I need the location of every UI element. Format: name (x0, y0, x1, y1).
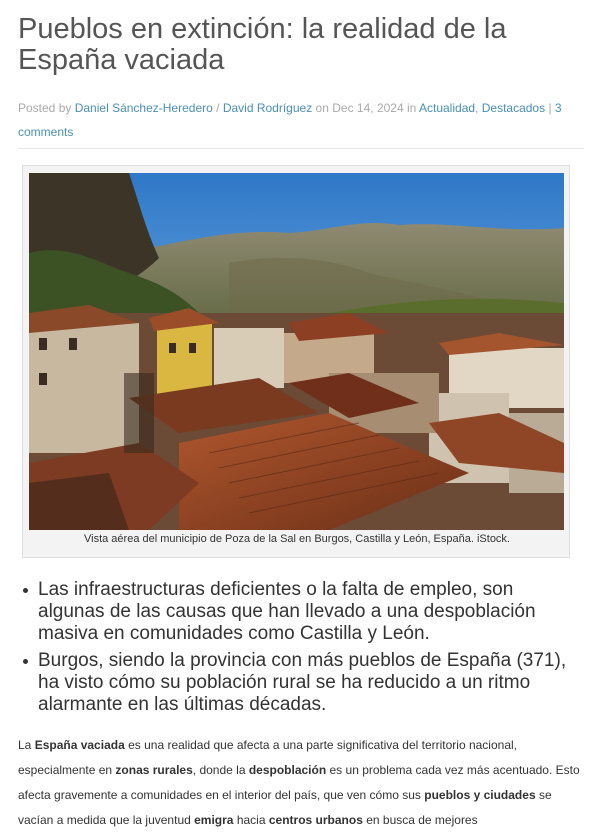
list-item: Las infraestructuras deficientes o la fa… (22, 579, 582, 645)
article-page: Pueblos en extinción: la realidad de la … (0, 0, 602, 827)
bold-term: centros urbanos (268, 813, 363, 827)
bold-term: España vaciada (34, 738, 125, 752)
paragraph-text: La (18, 738, 35, 752)
meta-pipe: | (548, 101, 552, 115)
paragraph-text: en busca de mejores (362, 813, 478, 827)
in-label: in (406, 101, 417, 115)
on-label: on (315, 101, 329, 115)
article-title: Pueblos en extinción: la realidad de la … (18, 13, 507, 76)
figure-caption: Vista aérea del municipio de Poza de la … (84, 533, 510, 545)
village-photo-illustration (29, 173, 564, 530)
list-item-text: Las infraestructuras deficientes o la fa… (38, 579, 536, 644)
bold-term: emigra (194, 813, 234, 827)
category-link-actualidad[interactable]: Actualidad (419, 101, 475, 115)
list-item-text: Burgos, siendo la provincia con más pueb… (38, 650, 567, 715)
posted-by-label: Posted by (18, 101, 72, 115)
bullet-icon (23, 659, 28, 664)
bold-term: despoblación (248, 763, 327, 777)
post-date: Dec 14, 2024 (332, 101, 404, 115)
featured-figure: Vista aérea del municipio de Poza de la … (22, 165, 570, 558)
category-link-destacados[interactable]: Destacados (482, 101, 545, 115)
list-item: Burgos, siendo la provincia con más pueb… (22, 650, 582, 716)
bold-term: zonas rurales (115, 763, 193, 777)
post-meta: Posted by Daniel Sánchez-Heredero / Davi… (18, 96, 588, 144)
featured-photo (29, 173, 564, 530)
author-link-2[interactable]: David Rodríguez (223, 101, 312, 115)
author-separator: / (212, 101, 223, 115)
paragraph-text: , donde la (192, 763, 249, 777)
category-separator: , (475, 101, 479, 115)
meta-divider (18, 148, 584, 149)
paragraph-text: hacia (233, 813, 269, 827)
summary-list: Las infraestructuras deficientes o la fa… (22, 579, 582, 721)
bullet-icon (23, 588, 28, 593)
article-paragraph: La España vaciada es una realidad que af… (18, 733, 584, 833)
author-link-1[interactable]: Daniel Sánchez-Heredero (75, 101, 213, 115)
bold-term: pueblos y ciudades (424, 788, 536, 802)
